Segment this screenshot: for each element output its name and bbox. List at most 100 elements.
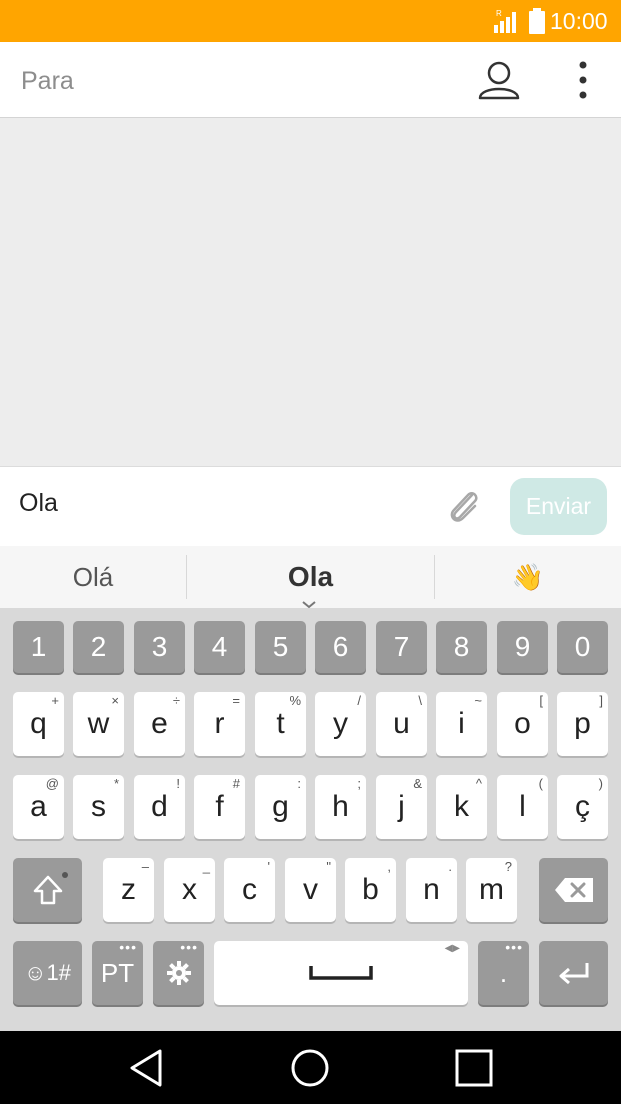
key-secondary-label: ~ <box>474 693 482 708</box>
key-secondary-label: & <box>413 776 422 791</box>
key-secondary-label: ÷ <box>172 693 180 708</box>
settings-key[interactable]: ••• <box>153 939 204 1005</box>
key-secondary-label: ? <box>504 859 512 874</box>
recipient-input[interactable] <box>19 62 443 100</box>
key-e[interactable]: e ÷ <box>134 692 185 756</box>
contact-icon[interactable] <box>474 56 524 106</box>
key-t[interactable]: t% <box>255 692 306 756</box>
key-secondary-label: , <box>387 859 391 874</box>
key-z[interactable]: z – <box>103 858 154 922</box>
key-c[interactable]: c ' <box>224 858 275 922</box>
period-key[interactable]: . ••• <box>478 939 529 1005</box>
more-options-dots: ••• <box>119 939 137 955</box>
key-l[interactable]: l( <box>497 775 548 839</box>
key-c-cedilla[interactable]: ç) <box>557 775 608 839</box>
key-d[interactable]: d! <box>134 775 185 839</box>
more-options-dots: ••• <box>180 939 198 955</box>
overflow-menu-icon[interactable] <box>565 56 601 106</box>
key-3[interactable]: 3 <box>134 621 185 673</box>
key-y[interactable]: y / <box>315 692 366 756</box>
key-f[interactable]: f # <box>194 775 245 839</box>
space-icon <box>309 966 373 980</box>
key-q[interactable]: q + <box>13 692 64 756</box>
svg-text:R: R <box>496 9 502 18</box>
key-n[interactable]: n. <box>406 858 457 922</box>
key-6[interactable]: 6 <box>315 621 366 673</box>
language-key[interactable]: PT ••• <box>92 939 143 1005</box>
key-secondary-label: : <box>297 776 301 791</box>
key-k[interactable]: k ^ <box>436 775 487 839</box>
key-secondary-label: [ <box>539 693 543 708</box>
key-o[interactable]: o[ <box>497 692 548 756</box>
navigation-bar <box>0 1031 621 1104</box>
key-secondary-label: ( <box>538 776 543 791</box>
suggestion-item[interactable]: Olá <box>0 546 186 608</box>
key-u[interactable]: u \ <box>376 692 427 756</box>
enter-key[interactable] <box>539 941 608 1005</box>
paperclip-icon[interactable] <box>442 485 486 529</box>
suggestion-bar: Olá Ola 👋 <box>0 546 621 609</box>
symbols-key[interactable]: ☺1# <box>13 941 82 1005</box>
key-5[interactable]: 5 <box>255 621 306 673</box>
key-r[interactable]: r = <box>194 692 245 756</box>
compose-bar: Ola Enviar <box>0 466 621 547</box>
key-secondary-label: ! <box>176 776 180 791</box>
key-g[interactable]: g: <box>255 775 306 839</box>
key-m[interactable]: m? <box>466 858 517 922</box>
send-button[interactable]: Enviar <box>510 478 607 535</box>
battery-icon <box>529 8 545 34</box>
key-2[interactable]: 2 <box>73 621 124 673</box>
key-b[interactable]: b, <box>345 858 396 922</box>
key-secondary-label: " <box>326 859 331 874</box>
key-i[interactable]: i ~ <box>436 692 487 756</box>
key-w[interactable]: w × <box>73 692 124 756</box>
back-icon[interactable] <box>126 1046 170 1090</box>
key-secondary-label: . <box>448 859 452 874</box>
key-s[interactable]: s * <box>73 775 124 839</box>
key-v[interactable]: v " <box>285 858 336 922</box>
key-h[interactable]: h; <box>315 775 366 839</box>
suggestion-emoji[interactable]: 👋 <box>435 546 621 608</box>
key-secondary-label: ^ <box>475 776 482 791</box>
key-secondary-label: + <box>51 693 59 708</box>
key-x[interactable]: x _ <box>164 858 215 922</box>
key-p[interactable]: p] <box>557 692 608 756</box>
space-key[interactable]: ◀▶ <box>214 941 468 1005</box>
key-4[interactable]: 4 <box>194 621 245 673</box>
message-input[interactable]: Ola <box>19 489 58 518</box>
key-7[interactable]: 7 <box>376 621 427 673</box>
more-options-dots: ••• <box>505 939 523 955</box>
shift-icon <box>33 875 62 905</box>
shift-key[interactable] <box>13 858 82 922</box>
key-9[interactable]: 9 <box>497 621 548 673</box>
suggestion-item-primary[interactable]: Ola <box>187 546 434 608</box>
signal-icon: R <box>494 9 516 33</box>
key-a[interactable]: a @ <box>13 775 64 839</box>
key-0[interactable]: 0 <box>557 621 608 673</box>
key-j[interactable]: j & <box>376 775 427 839</box>
conversation-area <box>0 118 621 466</box>
key-secondary-label: / <box>357 693 361 708</box>
cursor-arrows-icon: ◀▶ <box>444 943 460 954</box>
status-time: 10:00 <box>550 8 608 34</box>
key-secondary-label: × <box>111 693 119 708</box>
shift-indicator-dot <box>62 872 68 878</box>
key-secondary-label: ' <box>267 859 270 874</box>
keyboard: 1 2 3 4 5 6 7 8 9 0 q + w × e ÷ r = t% y / u \… <box>0 608 621 1031</box>
key-secondary-label: % <box>289 693 301 708</box>
recents-icon[interactable] <box>452 1046 496 1090</box>
key-8[interactable]: 8 <box>436 621 487 673</box>
backspace-key[interactable] <box>539 858 608 922</box>
backspace-icon <box>554 878 593 902</box>
key-secondary-label: * <box>113 776 119 791</box>
key-secondary-label: _ <box>202 859 210 874</box>
key-1[interactable]: 1 <box>13 621 64 673</box>
key-secondary-label: # <box>232 776 240 791</box>
gear-icon <box>166 961 191 985</box>
key-secondary-label: ; <box>357 776 361 791</box>
home-icon[interactable] <box>288 1046 332 1090</box>
key-secondary-label: @ <box>45 776 59 791</box>
key-secondary-label: ) <box>598 776 603 791</box>
key-secondary-label: = <box>232 693 240 708</box>
key-secondary-label: ] <box>599 693 603 708</box>
